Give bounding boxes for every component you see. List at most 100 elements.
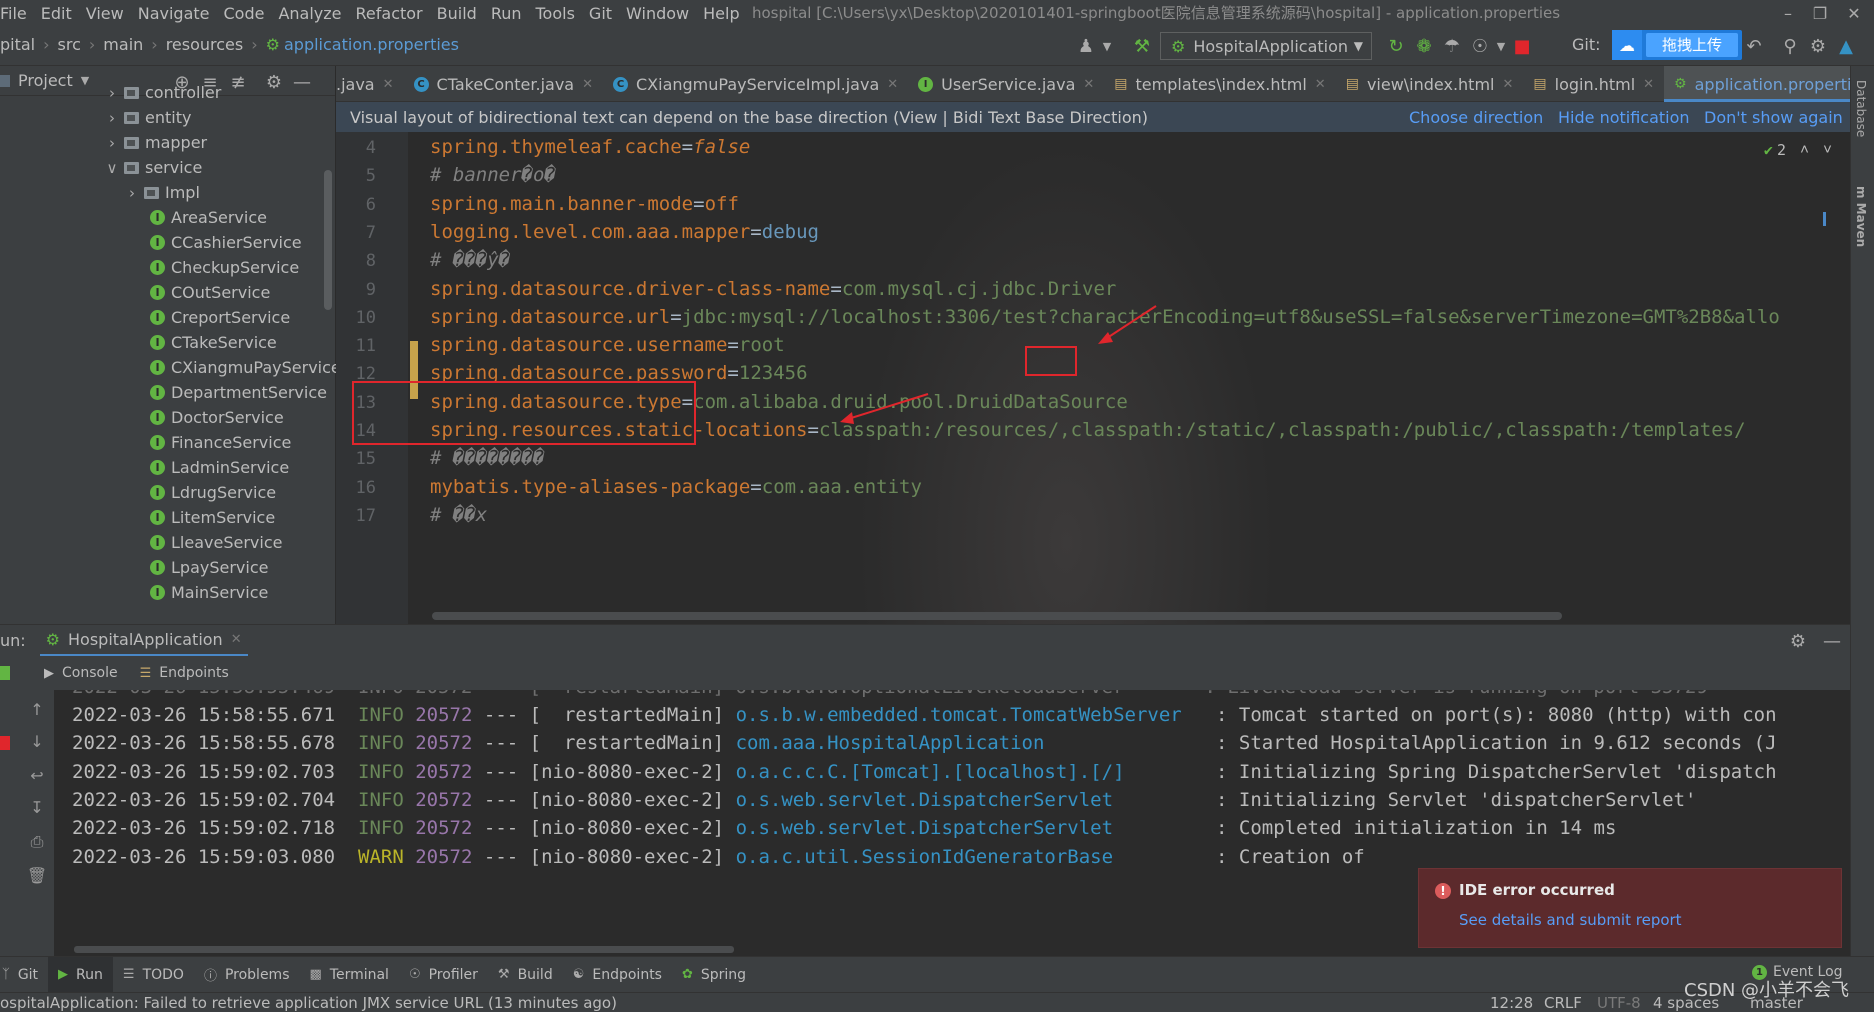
- editor-tab[interactable]: C CTakeConter.java ✕: [404, 66, 603, 102]
- editor-tab[interactable]: C CXiangmuPayServiceImpl.java ✕: [603, 66, 908, 102]
- close-tab-icon[interactable]: ✕: [1083, 77, 1094, 92]
- log-logger[interactable]: o.a.c.c.C.[Tomcat].[localhost].[/]: [736, 761, 1125, 783]
- menu-file[interactable]: File: [0, 4, 34, 23]
- chevron-right-icon[interactable]: ›: [124, 184, 140, 202]
- build-hammer-icon[interactable]: ⚒: [1128, 32, 1156, 60]
- hide-panel-icon[interactable]: —: [288, 68, 316, 96]
- tree-item-lpayservice[interactable]: I LpayService: [150, 555, 268, 580]
- settings-gear-icon[interactable]: ⚙: [260, 68, 288, 96]
- menu-build[interactable]: Build: [430, 4, 484, 23]
- debug-icon[interactable]: ❁: [1410, 32, 1438, 60]
- menu-help[interactable]: Help: [696, 4, 746, 23]
- close-tab-icon[interactable]: ✕: [887, 77, 898, 92]
- editor-tab[interactable]: ▤ templates\index.html ✕: [1104, 66, 1335, 102]
- tool-tab-profiler[interactable]: ☉ Profiler: [399, 957, 488, 993]
- stop-icon[interactable]: ■: [1508, 32, 1536, 60]
- breadcrumb-file[interactable]: application.properties: [284, 35, 459, 54]
- chevron-down-icon[interactable]: ▼: [81, 74, 89, 87]
- scroll-up-icon[interactable]: ↑: [26, 700, 48, 722]
- tree-item-impl[interactable]: › Impl: [124, 180, 200, 205]
- inspection-widget[interactable]: ✔ 2 ˄ ˅: [1764, 140, 1832, 159]
- menu-navigate[interactable]: Navigate: [131, 4, 217, 23]
- editor-horizontal-scrollbar[interactable]: [432, 612, 1562, 620]
- settings-gear-icon[interactable]: ⚙: [1804, 32, 1832, 60]
- plugin-icon[interactable]: ▲: [1832, 32, 1860, 60]
- tree-item-mainservice[interactable]: I MainService: [150, 580, 268, 605]
- hide-panel-icon[interactable]: —: [1818, 627, 1846, 655]
- tool-tab-problems[interactable]: ⓘ Problems: [194, 957, 300, 993]
- menu-run[interactable]: Run: [484, 4, 529, 23]
- close-tab-icon[interactable]: ✕: [1315, 77, 1326, 92]
- profile-icon[interactable]: ☉: [1466, 32, 1494, 60]
- console-horizontal-scrollbar[interactable]: [74, 946, 734, 953]
- close-tab-icon[interactable]: ✕: [383, 77, 394, 92]
- breadcrumb-project[interactable]: pital: [0, 35, 35, 54]
- close-tab-icon[interactable]: ✕: [582, 77, 593, 92]
- undo-icon[interactable]: ↶: [1740, 32, 1768, 60]
- tool-tab-build[interactable]: ⚒ Build: [488, 957, 563, 993]
- tree-item-creportservice[interactable]: I CreportService: [150, 305, 290, 330]
- user-dropdown-icon[interactable]: ▼: [1100, 32, 1114, 60]
- tool-tab-git[interactable]: ᛉ Git: [0, 957, 48, 993]
- print-icon[interactable]: ⎙: [26, 832, 48, 854]
- chevron-right-icon[interactable]: ›: [104, 109, 120, 127]
- line-separator[interactable]: CRLF: [1544, 993, 1582, 1012]
- tool-tab-endpoints[interactable]: ☯ Endpoints: [563, 957, 672, 993]
- menu-window[interactable]: Window: [619, 4, 696, 23]
- baidu-upload-button[interactable]: ☁ 拖拽上传: [1612, 30, 1742, 60]
- previous-highlight-icon[interactable]: ˄: [1800, 140, 1809, 159]
- tree-item-lleaveservice[interactable]: I LleaveService: [150, 530, 282, 555]
- dont-show-again-link[interactable]: Don't show again: [1704, 108, 1843, 127]
- soft-wrap-icon[interactable]: ↩: [26, 766, 48, 788]
- close-tab-icon[interactable]: ✕: [231, 632, 242, 647]
- close-tab-icon[interactable]: ✕: [1643, 77, 1654, 92]
- log-logger[interactable]: o.s.b.w.embedded.tomcat.TomcatWebServer: [736, 704, 1182, 726]
- editor-tab[interactable]: ▤ view\index.html ✕: [1336, 66, 1524, 102]
- scroll-to-end-icon[interactable]: ↧: [26, 798, 48, 820]
- tool-tab-run[interactable]: ▶ Run: [48, 956, 113, 993]
- menu-tools[interactable]: Tools: [529, 4, 582, 23]
- file-encoding[interactable]: UTF-8: [1597, 993, 1641, 1012]
- close-window-icon[interactable]: ✕: [1834, 0, 1874, 26]
- search-icon[interactable]: ⚲: [1776, 32, 1804, 60]
- more-run-dropdown-icon[interactable]: ▼: [1494, 32, 1508, 60]
- tree-item-checkupservice[interactable]: I CheckupService: [150, 255, 299, 280]
- project-scrollbar[interactable]: [324, 170, 332, 310]
- choose-direction-link[interactable]: Choose direction: [1409, 108, 1543, 127]
- tool-tab-todo[interactable]: ☰ TODO: [113, 957, 194, 993]
- tree-item-ctakeservice[interactable]: I CTakeService: [150, 330, 277, 355]
- menu-git[interactable]: Git: [582, 4, 619, 23]
- tree-item-areaservice[interactable]: I AreaService: [150, 205, 267, 230]
- hide-notification-link[interactable]: Hide notification: [1558, 108, 1690, 127]
- log-logger[interactable]: o.a.c.util.SessionIdGeneratorBase: [736, 846, 1114, 868]
- caret-position[interactable]: 12:28: [1490, 993, 1533, 1012]
- tree-item-coutservice[interactable]: I COutService: [150, 280, 270, 305]
- console-tab[interactable]: ▶ Console: [36, 665, 126, 681]
- menu-refactor[interactable]: Refactor: [349, 4, 430, 23]
- editor-tab[interactable]: I UserService.java ✕: [908, 66, 1104, 102]
- log-logger[interactable]: o.s.web.servlet.DispatcherServlet: [736, 817, 1114, 839]
- tree-item-ladminservice[interactable]: I LadminService: [150, 455, 289, 480]
- collapse-all-icon[interactable]: ≢: [224, 68, 252, 96]
- tree-item-doctorservice[interactable]: I DoctorService: [150, 405, 284, 430]
- chevron-right-icon[interactable]: ›: [104, 134, 120, 152]
- maven-tool-tab[interactable]: m Maven: [1854, 186, 1868, 247]
- tree-item-service[interactable]: ∨ service: [104, 155, 203, 180]
- rerun-icon[interactable]: ↻: [1382, 32, 1410, 60]
- log-logger[interactable]: com.aaa.HospitalApplication: [736, 732, 1045, 754]
- tree-item-controller[interactable]: › controller: [104, 80, 221, 105]
- tree-item-ccashierservice[interactable]: I CCashierService: [150, 230, 302, 255]
- code-editor[interactable]: 4 5 6 7 8 9 10 11 12 13 14 15 16 17 spring.thymeleaf.…: [336, 132, 1850, 624]
- database-tool-tab[interactable]: Database: [1854, 80, 1868, 137]
- status-message[interactable]: ospitalApplication: Failed to retrieve a…: [0, 993, 617, 1012]
- tree-item-cxiangmupayservice[interactable]: I CXiangmuPayService: [150, 355, 341, 380]
- run-tab-hospital-application[interactable]: ⚙ HospitalApplication ✕: [39, 625, 248, 657]
- endpoints-tab[interactable]: ☰ Endpoints: [132, 665, 237, 681]
- log-logger[interactable]: o.s.web.servlet.DispatcherServlet: [736, 789, 1114, 811]
- coverage-icon[interactable]: ☂: [1438, 32, 1466, 60]
- submit-report-link[interactable]: See details and submit report: [1459, 911, 1682, 929]
- menu-analyze[interactable]: Analyze: [271, 4, 348, 23]
- chevron-right-icon[interactable]: ›: [104, 84, 120, 102]
- editor-tab[interactable]: ▤ login.html ✕: [1523, 66, 1664, 102]
- tree-item-litemservice[interactable]: I LitemService: [150, 505, 275, 530]
